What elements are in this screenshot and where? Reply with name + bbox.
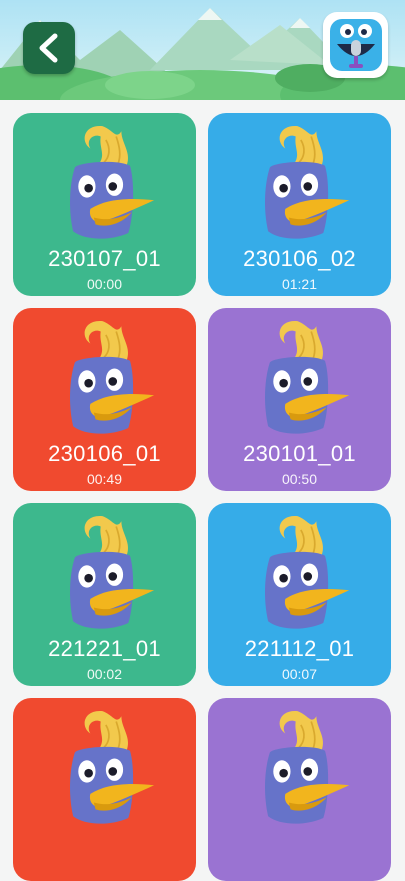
recording-name: 221221_01: [48, 636, 161, 661]
recording-card[interactable]: 230101_01 00:50: [208, 308, 391, 491]
bird-character-icon: [70, 516, 155, 629]
recording-duration: 00:50: [281, 471, 318, 487]
chevron-left-icon: [39, 33, 58, 63]
recording-name: 221112_01: [244, 636, 355, 661]
recording-name: 230107_01: [48, 246, 161, 271]
recording-card[interactable]: 221112_01 00:07: [208, 503, 391, 686]
recording-card[interactable]: [208, 698, 391, 881]
recording-duration: 00:00: [86, 276, 123, 292]
bird-character-icon: [265, 516, 350, 629]
recording-name: 230106_02: [243, 246, 356, 271]
monster-microphone-icon: [329, 19, 382, 71]
recording-duration: 00:07: [281, 666, 318, 682]
mascot-button[interactable]: [323, 12, 388, 78]
header: [0, 0, 405, 100]
bird-character-icon: [70, 321, 155, 434]
recording-card[interactable]: 230106_01 00:49: [13, 308, 196, 491]
bird-character-icon: [265, 711, 350, 824]
bird-character-icon: [265, 126, 350, 239]
bird-character-icon: [265, 321, 350, 434]
recordings-grid: 230107_01 00:00 230106_02 01:21 230106_0…: [13, 113, 393, 881]
recording-duration: 00:02: [86, 666, 123, 682]
recording-card[interactable]: 221221_01 00:02: [13, 503, 196, 686]
recording-name: 230101_01: [243, 441, 356, 466]
recording-card[interactable]: [13, 698, 196, 881]
recording-card[interactable]: 230107_01 00:00: [13, 113, 196, 296]
bird-character-icon: [70, 711, 155, 824]
recording-card[interactable]: 230106_02 01:21: [208, 113, 391, 296]
recording-name: 230106_01: [48, 441, 161, 466]
recording-duration: 01:21: [281, 276, 318, 292]
bird-character-icon: [70, 126, 155, 239]
recording-duration: 00:49: [86, 471, 123, 487]
back-button[interactable]: [23, 22, 75, 74]
